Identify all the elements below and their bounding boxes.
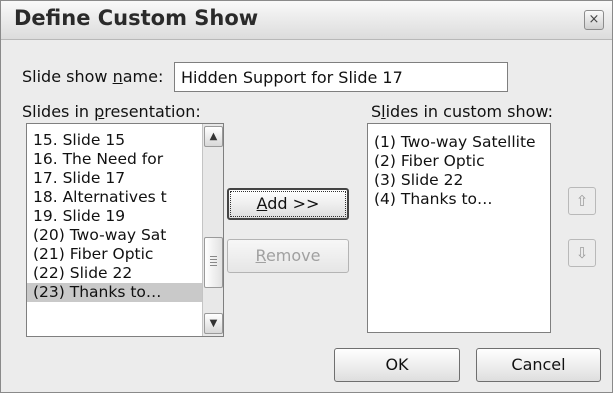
show-name-label: Slide show name: bbox=[22, 67, 164, 86]
list-item[interactable]: (3) Slide 22 bbox=[368, 171, 550, 190]
list-item[interactable]: 15. Slide 15 bbox=[27, 131, 203, 150]
grip-icon bbox=[210, 256, 217, 268]
list-item[interactable]: (20) Two-way Sat bbox=[27, 226, 203, 245]
add-button[interactable]: Add >> bbox=[227, 188, 349, 220]
list-item[interactable]: 19. Slide 19 bbox=[27, 207, 203, 226]
presentation-list-scrollbar[interactable]: ▲ ▼ bbox=[202, 124, 223, 336]
arrow-down-icon: ⇩ bbox=[575, 244, 589, 262]
dialog-title: Define Custom Show bbox=[14, 6, 259, 30]
list-item[interactable]: (23) Thanks to… bbox=[27, 283, 203, 302]
scroll-up-icon: ▲ bbox=[209, 131, 218, 142]
title-bar[interactable]: Define Custom Show × bbox=[1, 1, 612, 40]
close-button[interactable]: × bbox=[584, 10, 604, 30]
ok-button[interactable]: OK bbox=[334, 348, 460, 382]
list-item[interactable]: 18. Alternatives t bbox=[27, 188, 203, 207]
presentation-slides-list[interactable]: 15. Slide 15 16. The Need for 17. Slide 17… bbox=[26, 123, 224, 337]
list-item[interactable]: (4) Thanks to… bbox=[368, 190, 550, 209]
remove-button[interactable]: Remove bbox=[227, 239, 349, 273]
list-item[interactable]: 17. Slide 17 bbox=[27, 169, 203, 188]
list-item[interactable]: (1) Two-way Satellite bbox=[368, 133, 550, 152]
list-item[interactable]: (21) Fiber Optic bbox=[27, 245, 203, 264]
presentation-slides-label: Slides in presentation: bbox=[22, 102, 201, 121]
scroll-down-button[interactable]: ▼ bbox=[204, 313, 223, 334]
scroll-up-button[interactable]: ▲ bbox=[204, 126, 223, 147]
custom-show-slides-list[interactable]: (1) Two-way Satellite (2) Fiber Optic (3) … bbox=[367, 123, 551, 333]
cancel-button[interactable]: Cancel bbox=[476, 348, 601, 382]
list-item[interactable]: (22) Slide 22 bbox=[27, 264, 203, 283]
close-icon: × bbox=[588, 12, 600, 27]
list-item[interactable]: 16. The Need for bbox=[27, 150, 203, 169]
custom-show-slides-label: Slides in custom show: bbox=[371, 102, 554, 121]
move-up-button[interactable]: ⇧ bbox=[568, 187, 596, 215]
list-item[interactable]: (2) Fiber Optic bbox=[368, 152, 550, 171]
scroll-thumb[interactable] bbox=[204, 237, 223, 288]
show-name-input[interactable] bbox=[174, 62, 508, 92]
arrow-up-icon: ⇧ bbox=[575, 192, 589, 210]
move-down-button[interactable]: ⇩ bbox=[568, 239, 596, 267]
scroll-down-icon: ▼ bbox=[209, 318, 218, 329]
define-custom-show-dialog: Define Custom Show × Slide show name: Sl… bbox=[0, 0, 613, 393]
